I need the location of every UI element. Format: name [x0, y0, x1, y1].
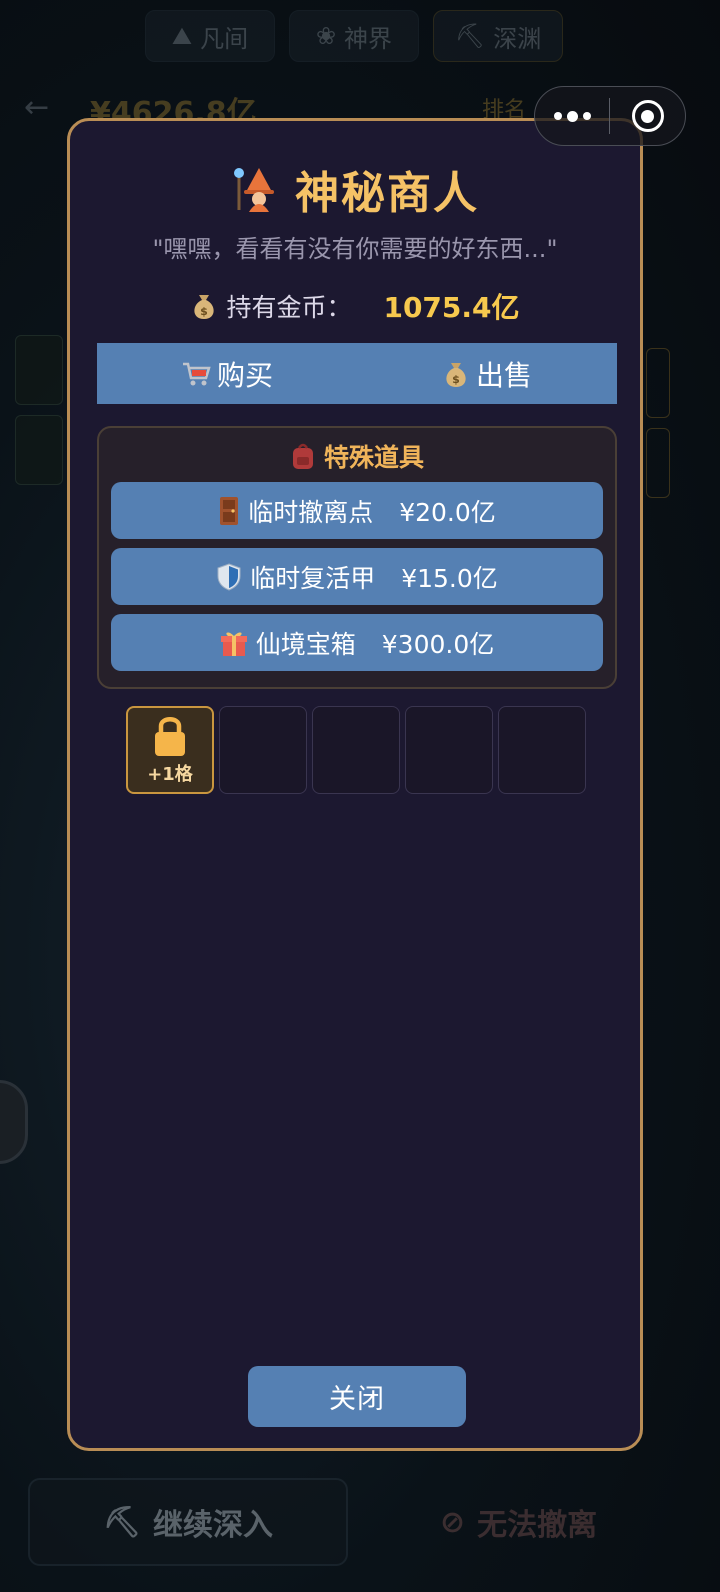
inventory-slot[interactable] — [405, 706, 493, 794]
more-options-button[interactable] — [535, 87, 609, 145]
unlock-slot-label: +1格 — [147, 764, 193, 785]
merchant-greeting: "嘿嘿，看看有没有你需要的好东西..." — [152, 235, 558, 263]
more-dot-icon — [582, 112, 591, 120]
side-slot — [15, 415, 63, 485]
mountain-icon: ⛰ — [171, 22, 193, 50]
money-bag-icon: $ — [194, 295, 215, 319]
unlock-slot-button[interactable]: +1格 — [126, 706, 214, 794]
miniprogram-capsule — [534, 86, 686, 146]
shield-icon — [217, 562, 241, 591]
buy-temporary-revive-armor-button[interactable]: 临时复活甲 ¥15.0亿 — [111, 548, 603, 605]
trade-tabs: 购买 $ 出售 — [97, 343, 617, 404]
tab-divine-realm: ❀ 神界 — [289, 10, 419, 62]
tab-sell[interactable]: $ 出售 — [357, 343, 617, 404]
avatar — [0, 1080, 28, 1164]
merchant-header: 神秘商人 — [70, 157, 640, 221]
inventory-slot[interactable] — [312, 706, 400, 794]
buy-temporary-evacuation-point-button[interactable]: 临时撤离点 ¥20.0亿 — [111, 482, 603, 539]
merchant-title: 神秘商人 — [295, 168, 479, 219]
pickaxe-icon: ⛏ — [454, 22, 486, 50]
side-slot — [646, 428, 670, 498]
more-dot-icon — [566, 110, 578, 122]
buy-fairyland-chest-button[interactable]: 仙境宝箱 ¥300.0亿 — [111, 614, 603, 671]
realm-tabs: ⛰ 凡间 ❀ 神界 ⛏ 深渊 — [145, 10, 563, 62]
prohibited-icon: ⊘ — [440, 1504, 466, 1540]
money-bag-icon: $ — [446, 362, 466, 387]
side-slot — [15, 335, 63, 405]
special-items-panel: 特殊道具 临时撤离点 ¥20.0亿 临时复活甲 ¥15.0亿 仙境宝箱 ¥300… — [97, 426, 617, 689]
cannot-evacuate-button: ⊘ 无法撤离 — [440, 1504, 598, 1544]
backpack-icon — [292, 443, 313, 469]
inventory-slots: +1格 — [126, 706, 586, 794]
pickaxe-icon: ⛏ — [102, 1504, 142, 1540]
inventory-slot[interactable] — [219, 706, 307, 794]
inventory-slot[interactable] — [498, 706, 586, 794]
exit-miniprogram-button[interactable] — [610, 87, 685, 145]
coins-value: 1075.4亿 — [383, 291, 520, 324]
tab-abyss: ⛏ 深渊 — [433, 10, 563, 62]
special-items-header: 特殊道具 — [99, 438, 615, 474]
merchant-modal: 神秘商人 "嘿嘿，看看有没有你需要的好东西..." $ 持有金币： 1075.4… — [67, 118, 643, 1451]
target-icon — [631, 100, 664, 132]
coins-display: $ 持有金币： 1075.4亿 — [70, 286, 640, 326]
back-arrow-icon: ← — [24, 90, 50, 125]
continue-deeper-button: ⛏ 继续深入 — [28, 1478, 348, 1566]
coins-label: 持有金币： — [226, 293, 352, 322]
svg-text:$: $ — [452, 373, 460, 386]
lock-icon — [155, 717, 185, 756]
svg-text:$: $ — [201, 305, 209, 318]
door-icon — [220, 496, 239, 525]
lotus-icon: ❀ — [315, 22, 337, 50]
gift-icon — [220, 632, 247, 656]
side-slot — [646, 348, 670, 418]
close-button[interactable]: 关闭 — [248, 1366, 466, 1427]
wizard-icon — [234, 168, 274, 212]
more-dot-icon — [553, 112, 562, 120]
tab-mortal-realm: ⛰ 凡间 — [145, 10, 275, 62]
cart-icon — [182, 362, 211, 385]
tab-buy[interactable]: 购买 — [97, 343, 357, 404]
